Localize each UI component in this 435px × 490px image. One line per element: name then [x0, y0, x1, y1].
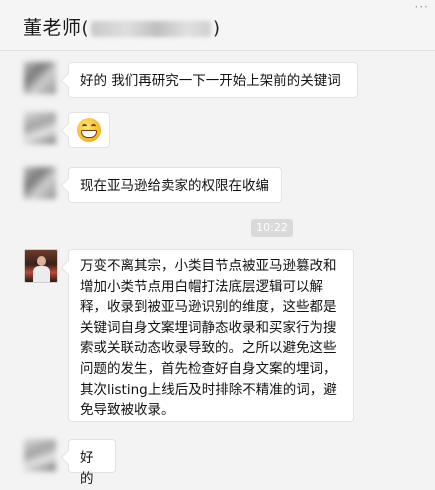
- redacted-group-name: [91, 20, 212, 37]
- message-bubble[interactable]: 现在亚马逊给卖家的权限在收编: [68, 167, 282, 203]
- timestamp: 10:22: [251, 219, 293, 237]
- message-bubble[interactable]: 好的: [68, 439, 116, 487]
- teacher-avatar[interactable]: [24, 249, 58, 283]
- chat-title[interactable]: 董老师(): [23, 13, 221, 40]
- title-paren-close: ): [213, 18, 221, 39]
- more-options-icon[interactable]: ···: [415, 0, 429, 14]
- message-bubble[interactable]: [68, 112, 110, 148]
- avatar[interactable]: [24, 167, 56, 199]
- chat-header: 董老师() ···: [0, 0, 435, 51]
- grin-emoji-icon: [77, 118, 101, 142]
- message-bubble[interactable]: 万变不离其宗，小类目节点被亚马逊篡改和增加小类节点用白帽打法底层逻辑可以解释，收…: [68, 249, 354, 422]
- contact-name: 董老师: [23, 17, 82, 39]
- avatar[interactable]: [24, 439, 56, 471]
- avatar[interactable]: [24, 62, 56, 94]
- message-text: 万变不离其宗，小类目节点被亚马逊篡改和增加小类节点用白帽打法底层逻辑可以解释，收…: [80, 258, 337, 419]
- message-text: 好的: [80, 450, 94, 487]
- message-text: 现在亚马逊给卖家的权限在收编: [80, 178, 269, 194]
- avatar[interactable]: [24, 112, 56, 144]
- title-paren-open: (: [81, 18, 90, 39]
- message-text: 好的 我们再研究一下一开始上架前的关键词: [80, 73, 341, 89]
- message-bubble[interactable]: 好的 我们再研究一下一开始上架前的关键词: [68, 62, 358, 98]
